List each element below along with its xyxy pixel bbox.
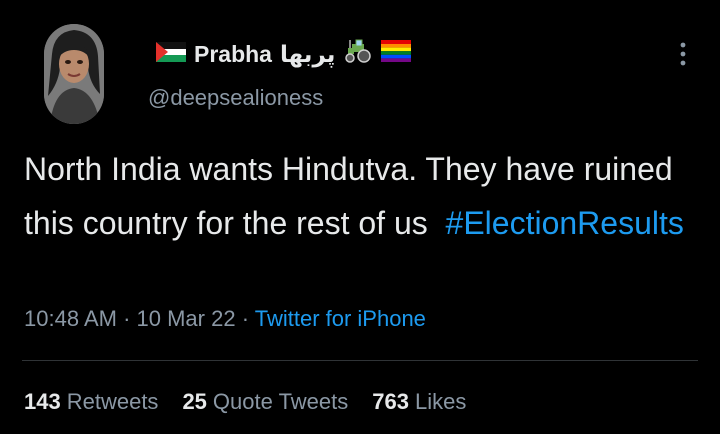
tweet-stats: 143 Retweets 25 Quote Tweets 763 Likes xyxy=(24,389,466,415)
author-handle[interactable]: @deepsealioness xyxy=(148,85,323,111)
avatar[interactable] xyxy=(44,24,104,124)
hashtag-link[interactable]: #ElectionResults xyxy=(446,205,684,241)
meta-separator: · xyxy=(116,306,137,331)
meta-separator: · xyxy=(235,306,255,331)
likes-count: 763 xyxy=(372,389,409,414)
tractor-icon xyxy=(343,38,373,70)
quote-tweets-stat[interactable]: 25 Quote Tweets xyxy=(182,389,348,415)
quote-tweets-label: Quote Tweets xyxy=(212,389,349,414)
tweet-text: North India wants Hindutva. They have ru… xyxy=(24,142,694,250)
divider xyxy=(22,360,698,361)
display-name: Prabha xyxy=(194,40,272,67)
tweet-time[interactable]: 10:48 AM xyxy=(24,306,117,331)
palestine-flag-icon xyxy=(156,41,186,68)
likes-label: Likes xyxy=(414,389,467,414)
author-name-row[interactable]: Prabha پربھا xyxy=(156,38,412,70)
display-name-urdu: پربھا xyxy=(279,40,336,67)
rainbow-flag-icon xyxy=(381,40,412,68)
tweet-date[interactable]: 10 Mar 22 xyxy=(137,306,236,331)
quote-tweets-count: 25 xyxy=(182,389,207,414)
retweets-label: Retweets xyxy=(66,389,159,414)
tweet-meta: 10:48 AM · 10 Mar 22 · Twitter for iPhon… xyxy=(24,306,426,332)
retweets-stat[interactable]: 143 Retweets xyxy=(24,389,158,415)
tweet-source-link[interactable]: Twitter for iPhone xyxy=(255,306,426,331)
more-options-icon[interactable] xyxy=(672,40,694,68)
retweets-count: 143 xyxy=(24,389,61,414)
likes-stat[interactable]: 763 Likes xyxy=(372,389,466,415)
